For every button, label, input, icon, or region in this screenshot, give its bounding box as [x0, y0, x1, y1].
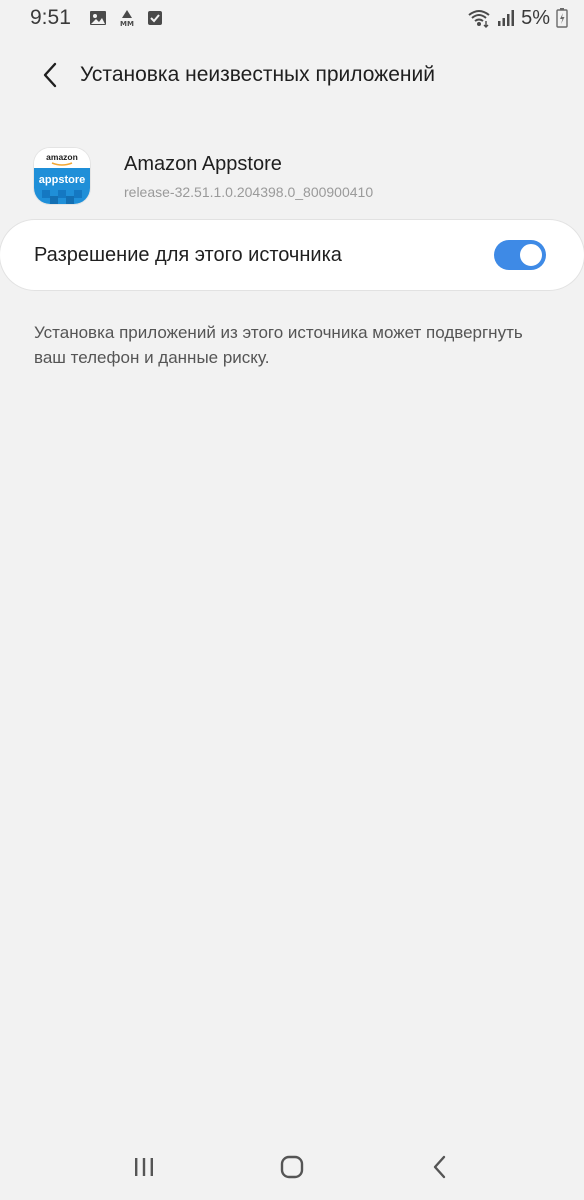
permission-toggle[interactable]: [494, 240, 546, 270]
back-button[interactable]: [20, 45, 80, 105]
app-name: Amazon Appstore: [124, 152, 282, 175]
battery-icon: [556, 8, 568, 28]
app-icon-main-text: appstore: [39, 174, 85, 186]
home-icon: [280, 1155, 304, 1179]
recent-apps-button[interactable]: [114, 1142, 174, 1192]
page-title: Установка неизвестных приложений: [80, 63, 435, 86]
recent-apps-icon: [135, 1158, 153, 1176]
battery-percent: 5%: [521, 6, 550, 29]
home-button[interactable]: [262, 1142, 322, 1192]
navigation-bar: [0, 1134, 584, 1200]
nav-back-button[interactable]: [410, 1142, 470, 1192]
permission-label: Разрешение для этого источника: [34, 243, 342, 266]
toggle-knob: [518, 242, 544, 268]
chevron-left-icon: [43, 62, 57, 88]
warning-text: Установка приложений из этого источника …: [34, 323, 523, 367]
status-right: 5%: [467, 7, 568, 30]
wifi-icon: [467, 8, 491, 28]
header: Установка неизвестных приложений: [0, 44, 584, 106]
app-version: release-32.51.1.0.204398.0_800900410: [124, 183, 374, 200]
image-icon: [89, 10, 107, 26]
permission-toggle-row[interactable]: Разрешение для этого источника: [0, 220, 584, 290]
status-left: 9:51 MM: [30, 6, 163, 30]
signal-icon: [497, 9, 515, 27]
screen: 9:51 MM 5% Установка неизвестных приложе…: [0, 0, 584, 1200]
back-icon: [433, 1155, 446, 1179]
svg-text:MM: MM: [120, 20, 134, 27]
app-icon-top-text: amazon: [46, 152, 78, 162]
app-info: amazon appstore Amazon Appstore release-…: [34, 146, 554, 206]
mm-icon: MM: [117, 9, 137, 27]
status-bar: 9:51 MM 5%: [0, 0, 584, 36]
status-time: 9:51: [30, 6, 71, 29]
checkbox-icon: [147, 10, 163, 26]
app-texts: Amazon Appstore release-32.51.1.0.204398…: [124, 153, 373, 200]
amazon-appstore-app-icon: amazon appstore: [34, 148, 90, 204]
